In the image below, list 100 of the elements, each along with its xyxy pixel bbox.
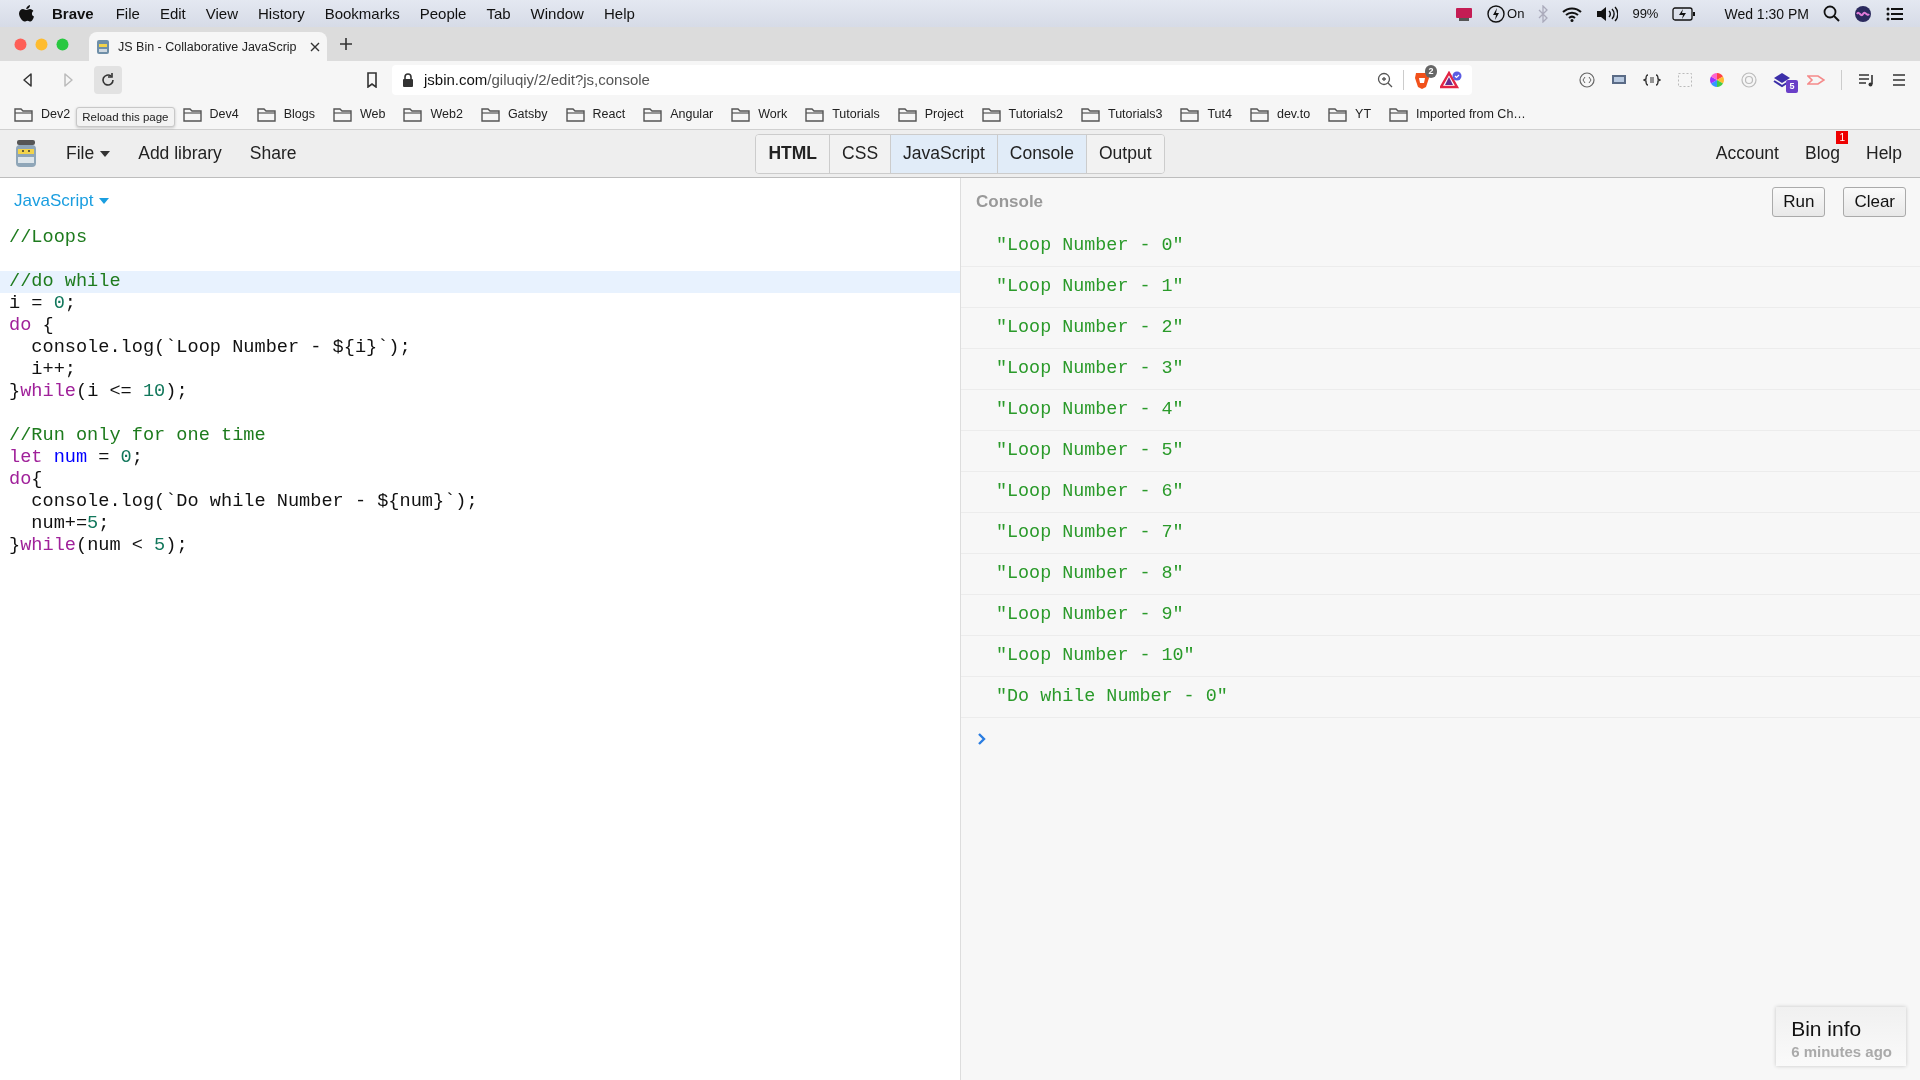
color-wheel-icon[interactable]	[1709, 71, 1725, 88]
folder-icon[interactable]	[332, 105, 352, 122]
bookmark[interactable]: Gatsby	[507, 106, 548, 121]
code-line: num+=5;	[30, 513, 111, 535]
folder-icon[interactable]	[480, 105, 500, 122]
screen-icon[interactable]	[1455, 5, 1474, 22]
menu-item[interactable]: Edit	[149, 5, 196, 22]
shields-badge: 2	[1425, 64, 1437, 78]
menu-item[interactable]: People	[409, 5, 477, 22]
lion-shield-icon[interactable]	[1414, 70, 1430, 89]
panel-tab[interactable]: Console	[997, 134, 1087, 173]
bookmark[interactable]: React	[592, 106, 626, 121]
menu-item[interactable]: Tab	[476, 5, 521, 22]
menu-item[interactable]: File	[105, 5, 150, 22]
bookmark[interactable]: Dev4	[209, 106, 239, 121]
jar-logo-icon[interactable]	[14, 138, 38, 169]
bookmark[interactable]: Dev2	[41, 106, 71, 121]
folder-icon[interactable]	[805, 105, 825, 122]
console-button[interactable]: Clear	[1843, 187, 1906, 217]
address-field[interactable]: jsbin.com/giluqiy/2/edit?js,console	[424, 71, 650, 88]
bookmark[interactable]: Tutorials3	[1108, 106, 1163, 121]
code-line: do{	[8, 469, 44, 491]
panel-tab[interactable]: JavaScript	[891, 134, 998, 173]
bookmark[interactable]: Tutorials2	[1008, 106, 1063, 121]
bookmark[interactable]: Angular	[670, 106, 714, 121]
console-log: "Loop Number - 9"	[961, 595, 1920, 636]
nav-link[interactable]: Help	[1866, 143, 1902, 164]
tab-title: JS Bin - Collaborative JavaScrip	[118, 39, 298, 54]
nav-link[interactable]: Blog	[1804, 143, 1840, 163]
prompt-chevron-icon[interactable]	[977, 732, 987, 746]
folder-icon[interactable]	[1249, 105, 1269, 122]
folder-icon[interactable]	[897, 105, 917, 122]
new-tab-icon[interactable]	[339, 37, 353, 51]
bin-info-panel[interactable]: Bin info 6 minutes ago	[1776, 1007, 1906, 1066]
folder-icon[interactable]	[643, 105, 663, 122]
bookmark[interactable]: Tut4	[1207, 106, 1232, 121]
battery-charging-icon[interactable]	[1672, 6, 1697, 21]
menu-item[interactable]: Bookmarks	[314, 5, 410, 22]
reload-button[interactable]	[94, 65, 122, 94]
code-line: }while(num < 5);	[8, 535, 189, 557]
folder-icon[interactable]	[731, 105, 751, 122]
folder-icon[interactable]	[256, 105, 276, 122]
bookmark[interactable]: Web2	[430, 106, 463, 121]
folder-icon[interactable]	[1389, 105, 1409, 122]
bin-info-time: 6 minutes ago	[1791, 1043, 1892, 1060]
bookmark[interactable]: Web	[359, 106, 386, 121]
bookmark[interactable]: Work	[758, 106, 788, 121]
monitor-icon[interactable]	[1611, 72, 1627, 87]
folder-icon[interactable]	[182, 105, 202, 122]
code-line: i = 0;	[8, 293, 77, 315]
jsbin-favicon-icon	[96, 38, 110, 55]
volume-icon[interactable]	[1596, 5, 1619, 22]
menu-item[interactable]: Help	[593, 5, 645, 22]
app-name[interactable]: Brave	[34, 5, 106, 22]
code-line: }while(i <= 10);	[8, 381, 189, 403]
rewards-triangle-icon[interactable]	[1440, 70, 1462, 89]
folder-icon[interactable]	[981, 105, 1001, 122]
bookmark[interactable]: YT	[1355, 106, 1372, 121]
file-menu[interactable]: File	[66, 143, 111, 164]
playlist-icon[interactable]	[1858, 72, 1876, 87]
console-log: "Loop Number - 8"	[961, 554, 1920, 595]
clock[interactable]: Wed 1:30 PM	[1724, 5, 1809, 22]
menu-link[interactable]: Add library	[138, 143, 222, 164]
menu-link[interactable]: Share	[249, 143, 297, 164]
bookmark[interactable]: Imported from Ch…	[1416, 106, 1526, 121]
braces-icon[interactable]	[1643, 73, 1661, 86]
close-icon[interactable]	[310, 41, 320, 52]
menu-item[interactable]: View	[195, 5, 248, 22]
bookmark-icon[interactable]	[366, 71, 378, 88]
folder-icon[interactable]	[1180, 105, 1200, 122]
bookmark[interactable]: Project	[924, 106, 964, 121]
menu-item[interactable]: History	[248, 5, 315, 22]
console-log: "Loop Number - 3"	[961, 349, 1920, 390]
folder-icon[interactable]	[1081, 105, 1100, 122]
code-line: //Loops	[8, 227, 89, 249]
tooltip: Reload this page	[76, 106, 175, 127]
folder-icon[interactable]	[1328, 105, 1348, 122]
menu-icon[interactable]	[1892, 73, 1906, 86]
nav-link[interactable]: Account	[1715, 143, 1779, 164]
bookmark[interactable]: Tutorials	[832, 106, 880, 121]
bookmark[interactable]: dev.to	[1276, 106, 1311, 121]
bookmark[interactable]: Blogs	[283, 106, 315, 121]
panel-tab[interactable]: HTML	[756, 134, 831, 173]
wifi-icon[interactable]	[1562, 5, 1583, 22]
list-icon[interactable]	[1886, 6, 1904, 21]
folder-icon[interactable]	[565, 105, 585, 122]
folder-icon[interactable]	[14, 105, 33, 122]
menu-item[interactable]: Window	[520, 5, 594, 22]
console-log: "Loop Number - 10"	[961, 636, 1920, 677]
search-icon[interactable]	[1823, 5, 1840, 22]
console-log: "Loop Number - 5"	[961, 431, 1920, 472]
lightning-icon[interactable]	[1487, 4, 1506, 23]
folder-icon[interactable]	[403, 105, 423, 122]
stack-icon[interactable]	[1773, 71, 1791, 88]
browser-tab[interactable]: JS Bin - Collaborative JavaScrip	[89, 32, 327, 61]
zoom-in-icon[interactable]	[1377, 71, 1393, 88]
siri-icon[interactable]	[1854, 4, 1872, 23]
dotted-square-icon[interactable]	[1677, 71, 1693, 88]
circle-brackets-icon[interactable]	[1579, 71, 1595, 88]
console-button[interactable]: Run	[1772, 187, 1826, 217]
